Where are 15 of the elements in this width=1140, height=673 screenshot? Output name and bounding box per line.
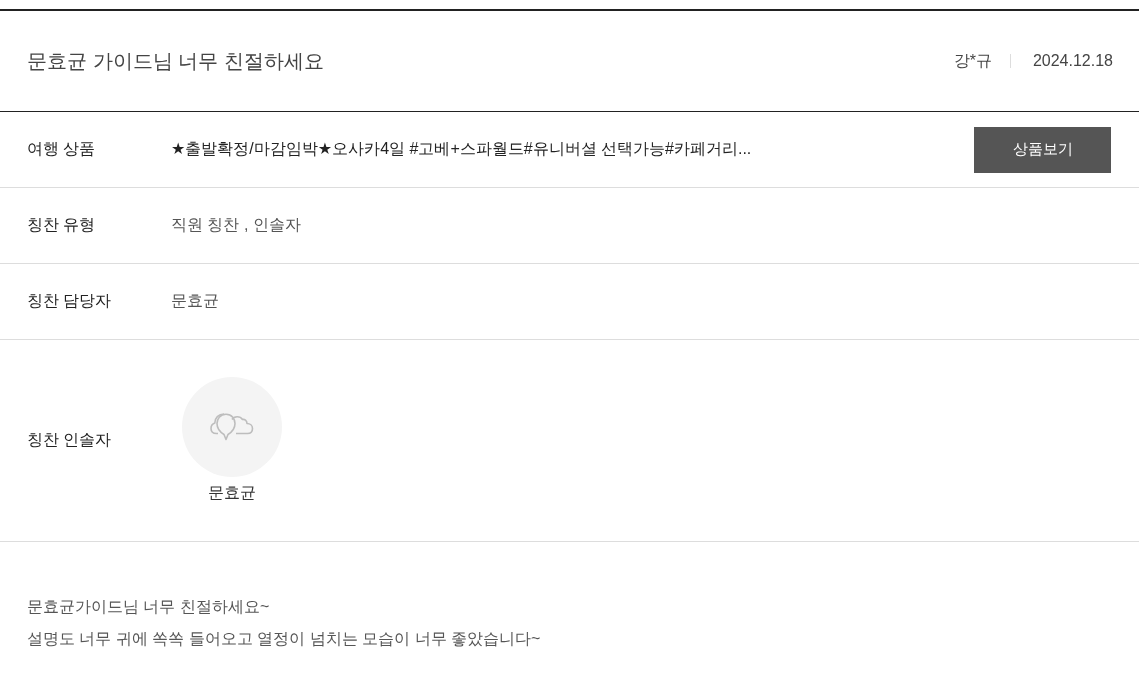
guide-name: 문효균 — [208, 483, 256, 503]
review-text: 설명도 너무 귀에 쏙쏙 들어오고 열정이 넘치는 모습이 너무 좋았습니다~ — [27, 629, 542, 649]
field-label: 칭찬 인솔자 — [27, 430, 113, 450]
post-date: 2024.12.18 — [1032, 52, 1113, 70]
field-label: 여행 상품 — [27, 139, 97, 159]
field-label: 칭찬 담당자 — [27, 291, 113, 311]
review-text: 문효균가이드님 너무 친절하세요~ — [27, 597, 271, 617]
author-name: 강*규 — [953, 50, 992, 71]
cloud-icon — [210, 413, 254, 441]
view-product-button[interactable]: 상품보기 — [974, 126, 1111, 173]
post-title: 문효균 가이드님 너무 친절하세요 — [27, 48, 324, 74]
field-value: 직원 칭찬 , 인솔자 — [171, 215, 302, 235]
product-name: ★출발확정/마감임박★오사카4일 #고베+스파월드#유니버셜 선택가능#카페거리... — [171, 139, 753, 159]
field-value: 문효균 — [171, 291, 220, 311]
field-label: 칭찬 유형 — [27, 215, 97, 235]
